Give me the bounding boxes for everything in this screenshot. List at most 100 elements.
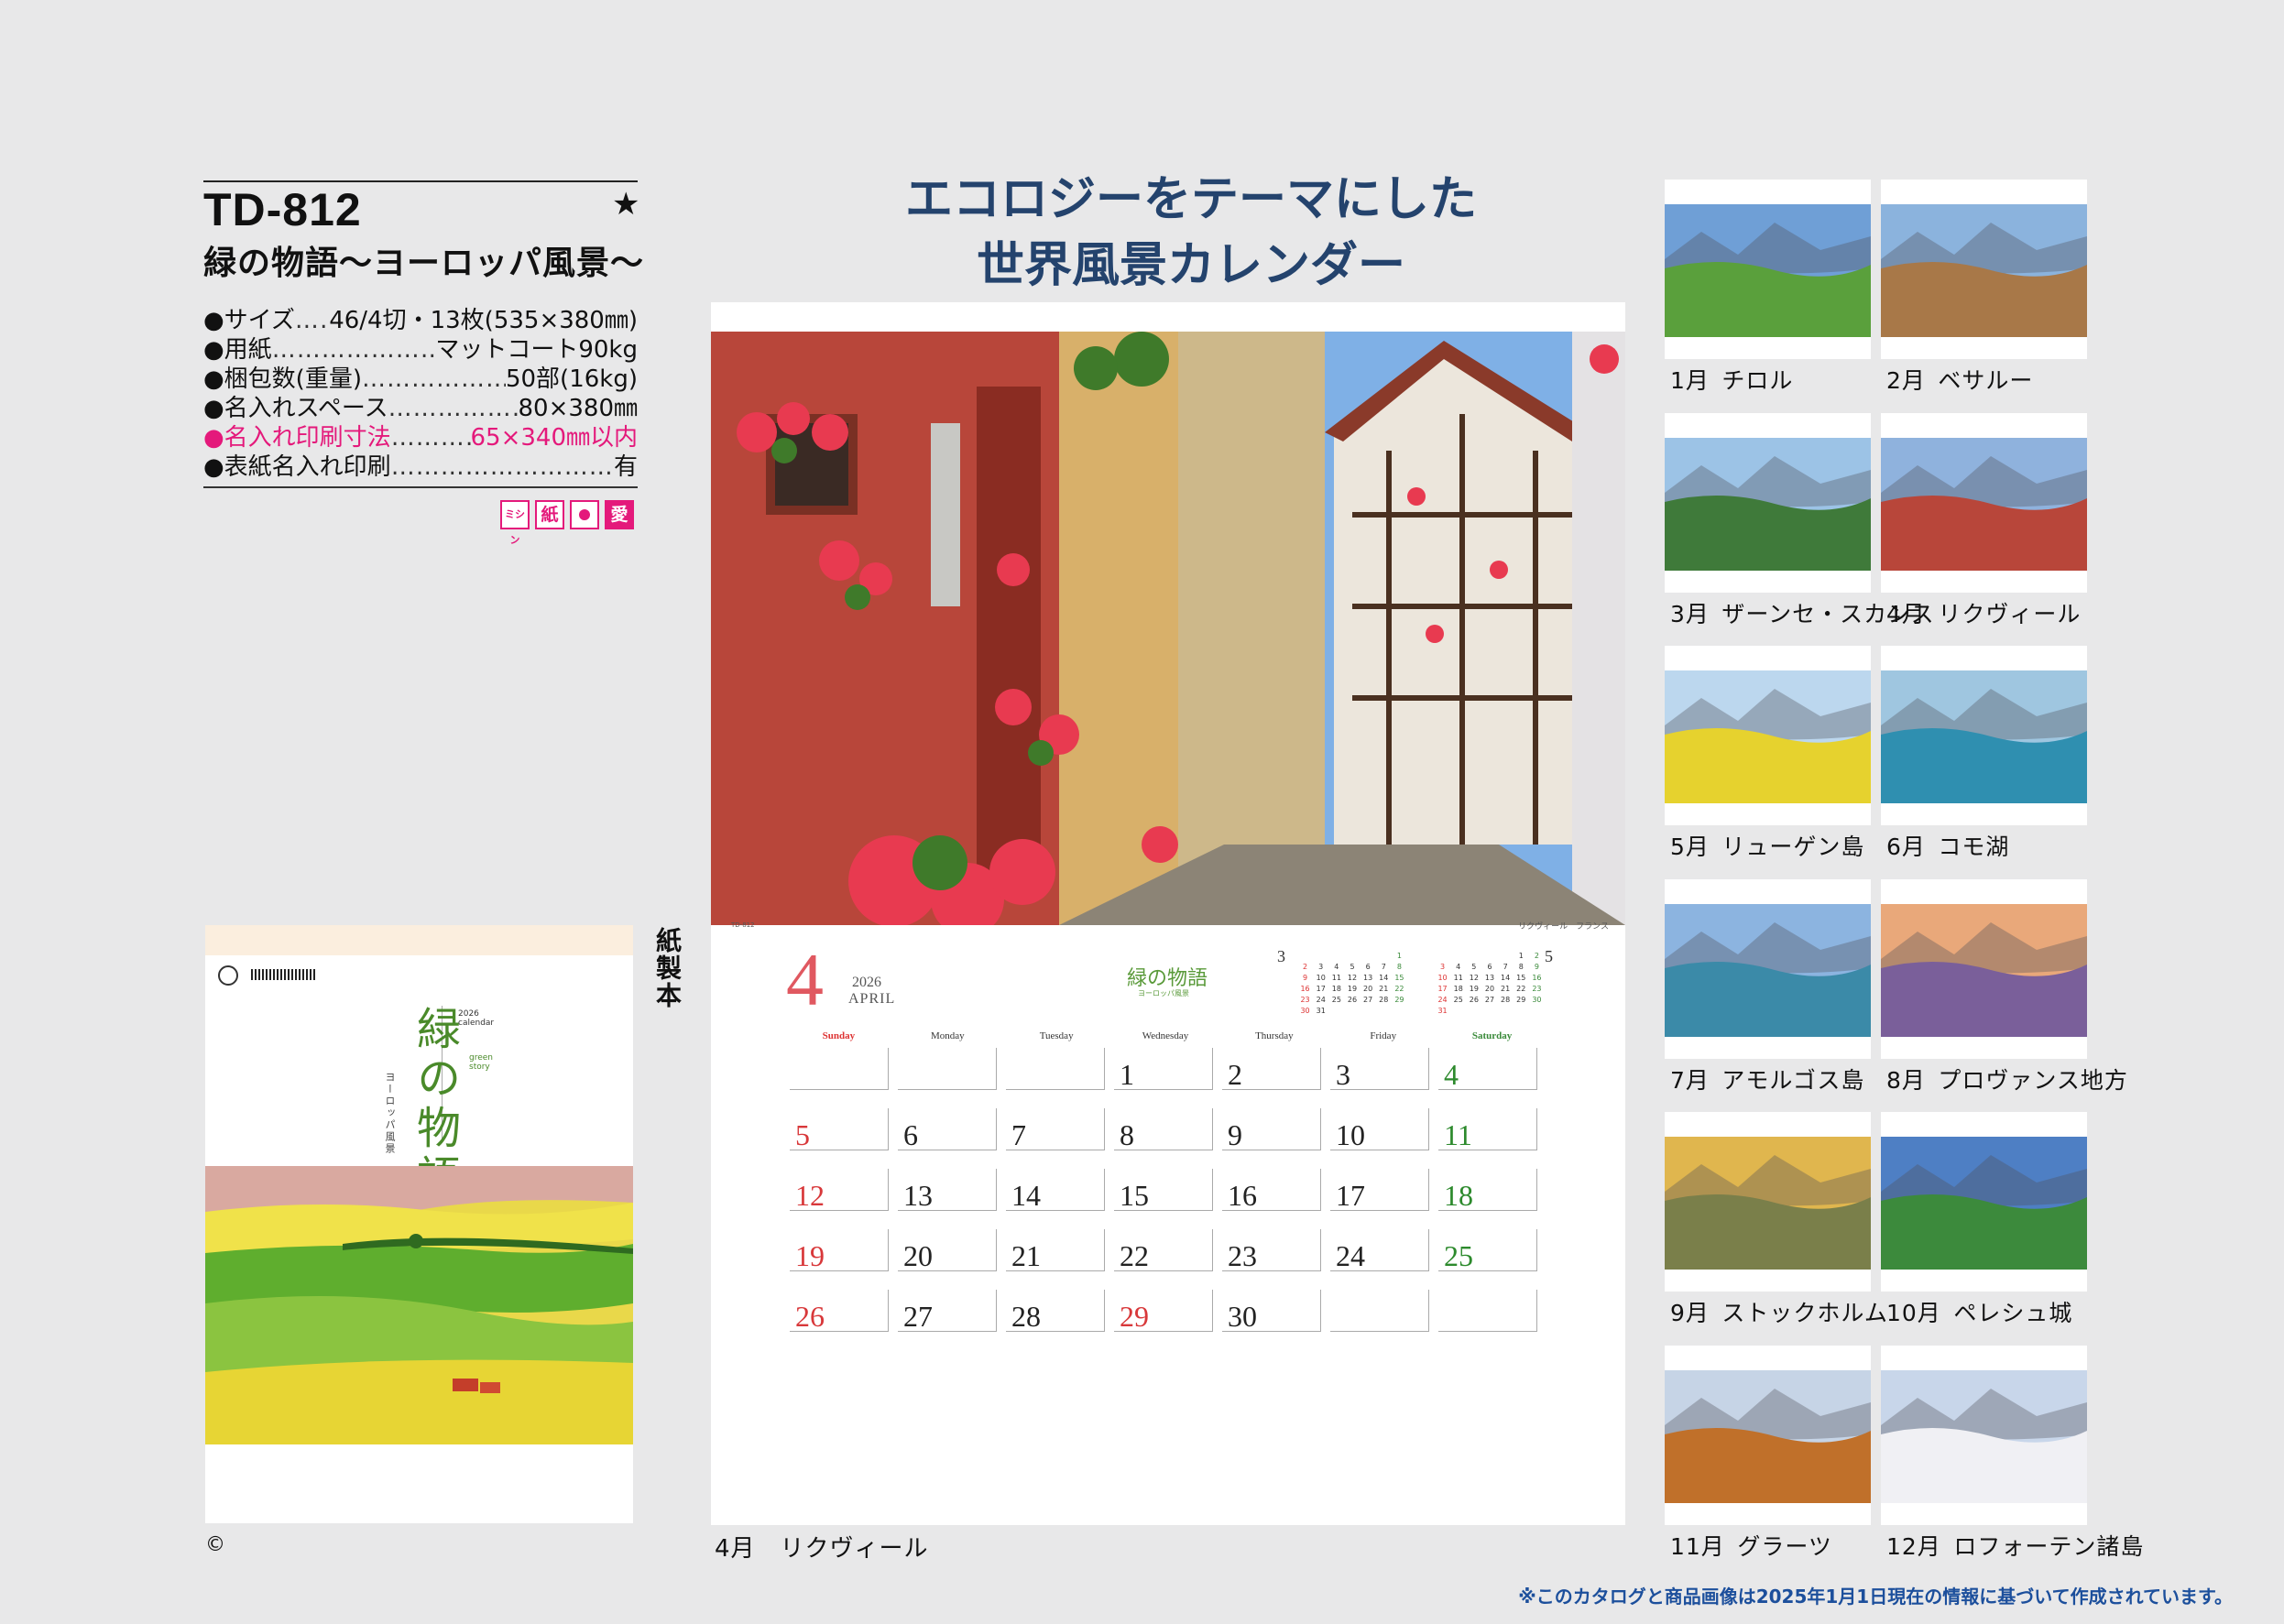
calendar-day-cell: 7 bbox=[1006, 1108, 1113, 1169]
mini-day: 2 bbox=[1303, 963, 1308, 971]
mini-day bbox=[1498, 951, 1514, 962]
mini-day: 7 bbox=[1503, 963, 1508, 971]
day-number: 29 bbox=[1120, 1300, 1149, 1333]
calendar-grid: 1 2 3 4 5 6 7 8 9 10 11 12 13 14 15 16 17 18 19 20 21 22 23 24 2… bbox=[790, 1048, 1546, 1350]
spec-row: ●用紙…………………………………………………マットコート90kg bbox=[203, 335, 638, 365]
mini-day: 12 bbox=[1469, 974, 1479, 982]
calendar-brand: 緑の物語 bbox=[1127, 967, 1208, 990]
thumbnail-photo bbox=[1665, 1137, 1871, 1270]
spec-row: ●梱包数(重量)…………………………………………………50部(16kg) bbox=[203, 365, 638, 394]
mini-day: 5 bbox=[1471, 963, 1477, 971]
mini-calendar-next: 5 1 2 3 4 5 6 7 8 9 10 11 12 13 14 15 16 17 18 19 20 21 22 23 2… bbox=[1435, 948, 1553, 1017]
thumbnail-card bbox=[1881, 412, 2087, 593]
mini-day: 13 bbox=[1484, 974, 1495, 982]
mini-day: 16 bbox=[1532, 974, 1542, 982]
photo-location: リクヴィール フランス bbox=[1518, 922, 1609, 932]
mini-day: 2 bbox=[1534, 952, 1539, 960]
mini-day: 30 bbox=[1300, 1007, 1310, 1015]
thumbnail-photo bbox=[1881, 670, 2087, 803]
thumbnail-photo bbox=[1881, 903, 2087, 1037]
mini-day: 23 bbox=[1300, 996, 1310, 1004]
calendar-day-cell: 14 bbox=[1006, 1169, 1113, 1229]
mini-day: 11 bbox=[1453, 974, 1463, 982]
mini-day: 20 bbox=[1484, 985, 1495, 993]
paper-badge-icon: 紙 bbox=[535, 500, 564, 529]
thumbnail-place: コモ湖 bbox=[1938, 834, 2010, 860]
thumbnail-card bbox=[1665, 646, 1871, 825]
calendar-day-cell bbox=[1330, 1290, 1437, 1350]
day-number: 6 bbox=[903, 1118, 918, 1151]
cover-green-story: green story bbox=[469, 1053, 493, 1072]
day-number: 12 bbox=[795, 1179, 825, 1212]
thumbnail-month: 5月 bbox=[1670, 834, 1710, 860]
calendar-day-cell: 20 bbox=[898, 1229, 1005, 1290]
calendar-day-cell: 24 bbox=[1330, 1229, 1437, 1290]
day-number: 10 bbox=[1336, 1118, 1365, 1151]
thumbnail-caption: 9月 ストックホルム bbox=[1670, 1295, 1888, 1328]
thumbnail-photo bbox=[1665, 670, 1871, 803]
calendar-month-number: 4 bbox=[786, 938, 824, 1021]
thumbnail-caption: 10月 ペレシュ城 bbox=[1886, 1295, 2072, 1328]
thumbnail-month: 3月 bbox=[1670, 600, 1710, 627]
mini-day: 19 bbox=[1347, 985, 1358, 993]
thumbnail-place: アモルゴス島 bbox=[1721, 1066, 1865, 1094]
mini-day bbox=[1450, 951, 1466, 962]
calendar-day-cell: 15 bbox=[1114, 1169, 1221, 1229]
day-number: 24 bbox=[1336, 1239, 1365, 1272]
calendar-day-cell: 12 bbox=[790, 1169, 897, 1229]
thumbnail-photo bbox=[1881, 1137, 2087, 1270]
calendar-day-cell: 30 bbox=[1222, 1290, 1329, 1350]
thumbnail-caption: 1月 チロル bbox=[1670, 363, 1793, 396]
calendar-year: 2026 bbox=[852, 975, 881, 990]
mini-day bbox=[1435, 951, 1450, 962]
calendar-day-cell bbox=[1006, 1048, 1113, 1108]
calendar-day-cell: 2 bbox=[1222, 1048, 1329, 1108]
thumbnail-month: 2月 bbox=[1886, 367, 1926, 394]
day-number: 27 bbox=[903, 1300, 933, 1333]
spec-value: 有 bbox=[613, 453, 638, 481]
mini-day: 15 bbox=[1516, 974, 1526, 982]
thumbnail-card bbox=[1881, 1112, 2087, 1292]
calendar-day-cell bbox=[1438, 1290, 1546, 1350]
calendar-day-cell: 1 bbox=[1114, 1048, 1221, 1108]
calendar-day-cell: 21 bbox=[1006, 1229, 1113, 1290]
calendar-day-cell bbox=[790, 1048, 897, 1108]
thumbnail-card bbox=[1881, 646, 2087, 825]
headline-line-2: 世界風景カレンダー bbox=[976, 237, 1405, 293]
feature-badges: ミシン 紙 愛 bbox=[500, 500, 634, 546]
thumbnail-caption: 6月 コモ湖 bbox=[1886, 829, 2009, 862]
star-mark: ★ bbox=[612, 186, 640, 223]
thumbnail-place: グラーツ bbox=[1737, 1532, 1832, 1560]
thumbnail-month: 10月 bbox=[1886, 1300, 1941, 1326]
spec-value: 46/4切・13枚(535×380㎜) bbox=[329, 307, 638, 334]
mini-day: 6 bbox=[1365, 963, 1371, 971]
thumbnail-caption: 4月 リクヴィール bbox=[1886, 596, 2081, 629]
cover-preview: 緑の物語 ヨーロッパ風景 2026 calendar green story bbox=[205, 925, 633, 1523]
day-number: 8 bbox=[1120, 1118, 1134, 1151]
day-number: 9 bbox=[1228, 1118, 1242, 1151]
thumbnail-month: 9月 bbox=[1670, 1300, 1710, 1326]
mini-calendar-prev: 3 1 2 3 4 5 6 7 8 9 10 11 12 13 14 15 16 17 18 19 20 21 22 23 2… bbox=[1277, 948, 1407, 1017]
thumbnail-photo bbox=[1665, 204, 1871, 337]
mini-day bbox=[1328, 951, 1344, 962]
day-number: 13 bbox=[903, 1179, 933, 1212]
mini-day: 12 bbox=[1347, 974, 1358, 982]
mini-day bbox=[1297, 951, 1313, 962]
thumbnail-photo bbox=[1881, 204, 2087, 337]
mini-day: 15 bbox=[1394, 974, 1404, 982]
thumbnail-photo bbox=[1881, 437, 2087, 571]
thumbnail-place: チロル bbox=[1721, 367, 1794, 394]
day-number: 23 bbox=[1228, 1239, 1257, 1272]
thumbnail-place: ロフォーテン諸島 bbox=[1953, 1532, 2145, 1560]
calendar-day-cell: 13 bbox=[898, 1169, 1005, 1229]
mini-day: 13 bbox=[1363, 974, 1373, 982]
mini-day: 14 bbox=[1501, 974, 1511, 982]
mini-day: 16 bbox=[1300, 985, 1310, 993]
day-number: 14 bbox=[1011, 1179, 1041, 1212]
thumbnail-month: 11月 bbox=[1670, 1532, 1725, 1560]
mini-day: 5 bbox=[1350, 963, 1355, 971]
weekday-label: Sunday bbox=[822, 1030, 856, 1041]
mini-day: 22 bbox=[1516, 985, 1526, 993]
mini-day: 4 bbox=[1456, 963, 1461, 971]
calendar-day-cell: 17 bbox=[1330, 1169, 1437, 1229]
